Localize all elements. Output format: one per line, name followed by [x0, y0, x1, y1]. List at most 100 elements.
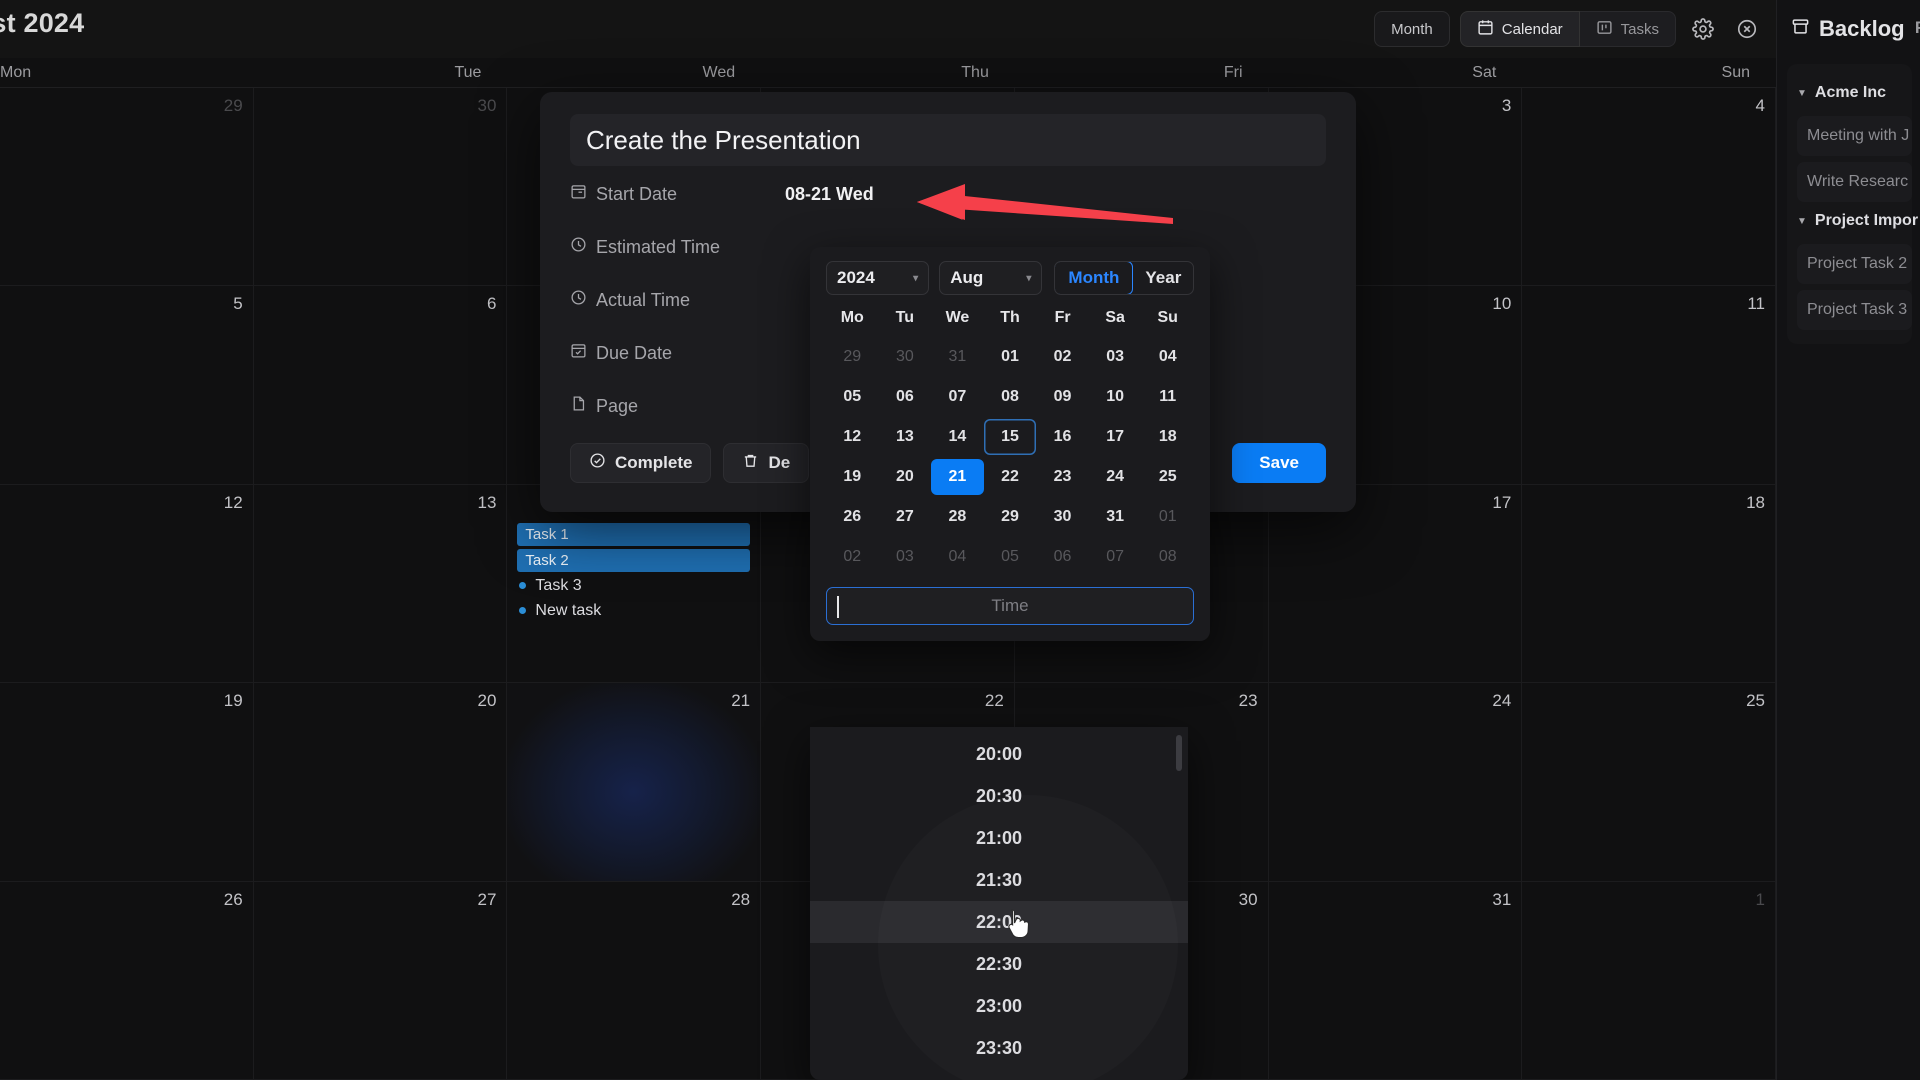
complete-button[interactable]: Complete [570, 443, 712, 483]
dp-day[interactable]: 04 [931, 539, 984, 575]
day-cell[interactable]: 6 [253, 286, 508, 485]
day-cell[interactable]: 5 [0, 286, 254, 485]
day-cell[interactable]: 24 [1268, 683, 1523, 882]
tab-tasks[interactable]: Tasks [1579, 11, 1676, 47]
dp-day[interactable]: 29 [826, 339, 879, 375]
time-option[interactable]: 21:00 [810, 817, 1188, 859]
dp-day[interactable]: 10 [1089, 379, 1142, 415]
view-mode-button[interactable]: Month [1374, 11, 1450, 47]
calendar-event[interactable]: Task 3 [517, 575, 750, 597]
dp-day[interactable]: 08 [984, 379, 1037, 415]
dp-day[interactable]: 29 [984, 499, 1037, 535]
save-button[interactable]: Save [1232, 443, 1326, 483]
day-cell[interactable]: 27 [253, 881, 508, 1080]
calendar-event[interactable]: Task 1 [517, 522, 751, 546]
task-field-value[interactable]: 08-21 Wed [785, 184, 874, 205]
month-select[interactable]: Aug ▾ [939, 261, 1043, 295]
close-circle-icon[interactable] [1730, 12, 1764, 46]
dp-day[interactable]: 06 [1036, 539, 1089, 575]
dp-day[interactable]: 02 [826, 539, 879, 575]
dp-day[interactable]: 23 [1036, 459, 1089, 495]
weekday-tue: Tue [454, 63, 482, 81]
dp-day[interactable]: 14 [931, 419, 984, 455]
calendar-event[interactable]: Task 2 [517, 548, 751, 572]
dp-day[interactable]: 07 [1089, 539, 1142, 575]
day-cell[interactable]: 25 [1522, 683, 1776, 882]
dp-day[interactable]: 01 [984, 339, 1037, 375]
dp-day[interactable]: 30 [1036, 499, 1089, 535]
day-cell[interactable]: 30 [253, 88, 508, 287]
time-options-dropdown[interactable]: 20:00 20:30 21:00 21:30 22:00 22:30 23:00 23:30 [810, 727, 1188, 1080]
dp-day[interactable]: 12 [826, 419, 879, 455]
calendar-event[interactable]: New task [517, 600, 750, 622]
dp-day[interactable]: 20 [879, 459, 932, 495]
time-option[interactable]: 22:30 [810, 943, 1188, 985]
dp-day[interactable]: 17 [1089, 419, 1142, 455]
backlog-group-header[interactable]: ▼ Project Impor [1787, 202, 1918, 238]
dp-day[interactable]: 08 [1141, 539, 1194, 575]
day-cell[interactable]: 13 [253, 484, 508, 684]
day-cell[interactable]: 1 [1522, 881, 1776, 1080]
tab-calendar[interactable]: Calendar [1459, 11, 1580, 47]
dp-day[interactable]: 28 [931, 499, 984, 535]
gear-icon[interactable] [1686, 12, 1720, 46]
dp-day[interactable]: 03 [879, 539, 932, 575]
dp-day[interactable]: 22 [984, 459, 1037, 495]
dp-day[interactable]: 04 [1141, 339, 1194, 375]
dp-day[interactable]: 13 [879, 419, 932, 455]
day-cell[interactable]: 28 [507, 881, 762, 1080]
dp-day-selected[interactable]: 21 [931, 459, 984, 495]
dp-day[interactable]: 30 [879, 339, 932, 375]
year-select[interactable]: 2024 ▾ [826, 261, 930, 295]
backlog-item[interactable]: Write Researc [1797, 162, 1912, 202]
time-option[interactable]: 20:30 [810, 775, 1188, 817]
day-cell[interactable]: 18 [1522, 484, 1776, 684]
day-cell[interactable]: 17 [1268, 484, 1523, 684]
dp-day[interactable]: 31 [931, 339, 984, 375]
scrollbar-thumb[interactable] [1176, 735, 1182, 771]
day-cell[interactable]: 4 [1522, 88, 1776, 287]
dp-day[interactable]: 26 [826, 499, 879, 535]
time-option[interactable]: 22:00 [810, 901, 1188, 943]
dp-day[interactable]: 25 [1141, 459, 1194, 495]
dp-day[interactable]: 03 [1089, 339, 1142, 375]
day-cell[interactable]: 12 [0, 484, 254, 684]
dp-day[interactable]: 18 [1141, 419, 1194, 455]
dp-day[interactable]: 16 [1036, 419, 1089, 455]
day-cell[interactable]: 19 [0, 683, 254, 882]
dp-day[interactable]: 05 [984, 539, 1037, 575]
time-option[interactable]: 20:00 [810, 733, 1188, 775]
day-cell[interactable]: 26 [0, 881, 254, 1080]
toggle-year[interactable]: Year [1132, 262, 1193, 294]
day-cell[interactable]: 29 [0, 88, 254, 287]
dp-day[interactable]: 07 [931, 379, 984, 415]
dp-day[interactable]: 01 [1141, 499, 1194, 535]
backlog-item[interactable]: Project Task 2 [1797, 244, 1912, 284]
dp-day-today[interactable]: 15 [984, 419, 1037, 455]
dp-day[interactable]: 02 [1036, 339, 1089, 375]
time-input[interactable]: Time [826, 587, 1194, 625]
time-option[interactable]: 21:30 [810, 859, 1188, 901]
dp-day[interactable]: 19 [826, 459, 879, 495]
time-option[interactable]: 23:00 [810, 985, 1188, 1027]
day-cell[interactable]: 11 [1522, 286, 1776, 485]
dp-day[interactable]: 11 [1141, 379, 1194, 415]
delete-button[interactable]: De [723, 443, 810, 483]
backlog-group-header[interactable]: ▼ Acme Inc [1787, 74, 1912, 110]
dp-day[interactable]: 27 [879, 499, 932, 535]
day-cell[interactable]: 31 [1268, 881, 1523, 1080]
day-cell[interactable]: 14Task 1Task 2Task 3New task [507, 484, 762, 684]
time-option[interactable]: 23:30 [810, 1027, 1188, 1069]
dp-day[interactable]: 31 [1089, 499, 1142, 535]
day-cell[interactable]: 20 [253, 683, 508, 882]
toggle-month[interactable]: Month [1055, 262, 1134, 294]
dp-day[interactable]: 24 [1089, 459, 1142, 495]
dp-day[interactable]: 09 [1036, 379, 1089, 415]
day-cell[interactable]: 21 [507, 683, 762, 882]
backlog-item[interactable]: Meeting with J [1797, 116, 1912, 156]
backlog-filter-button[interactable]: Fi [1915, 18, 1920, 38]
dp-day[interactable]: 06 [879, 379, 932, 415]
dp-day[interactable]: 05 [826, 379, 879, 415]
task-title-input[interactable] [570, 114, 1326, 166]
backlog-item[interactable]: Project Task 3 [1797, 290, 1912, 330]
